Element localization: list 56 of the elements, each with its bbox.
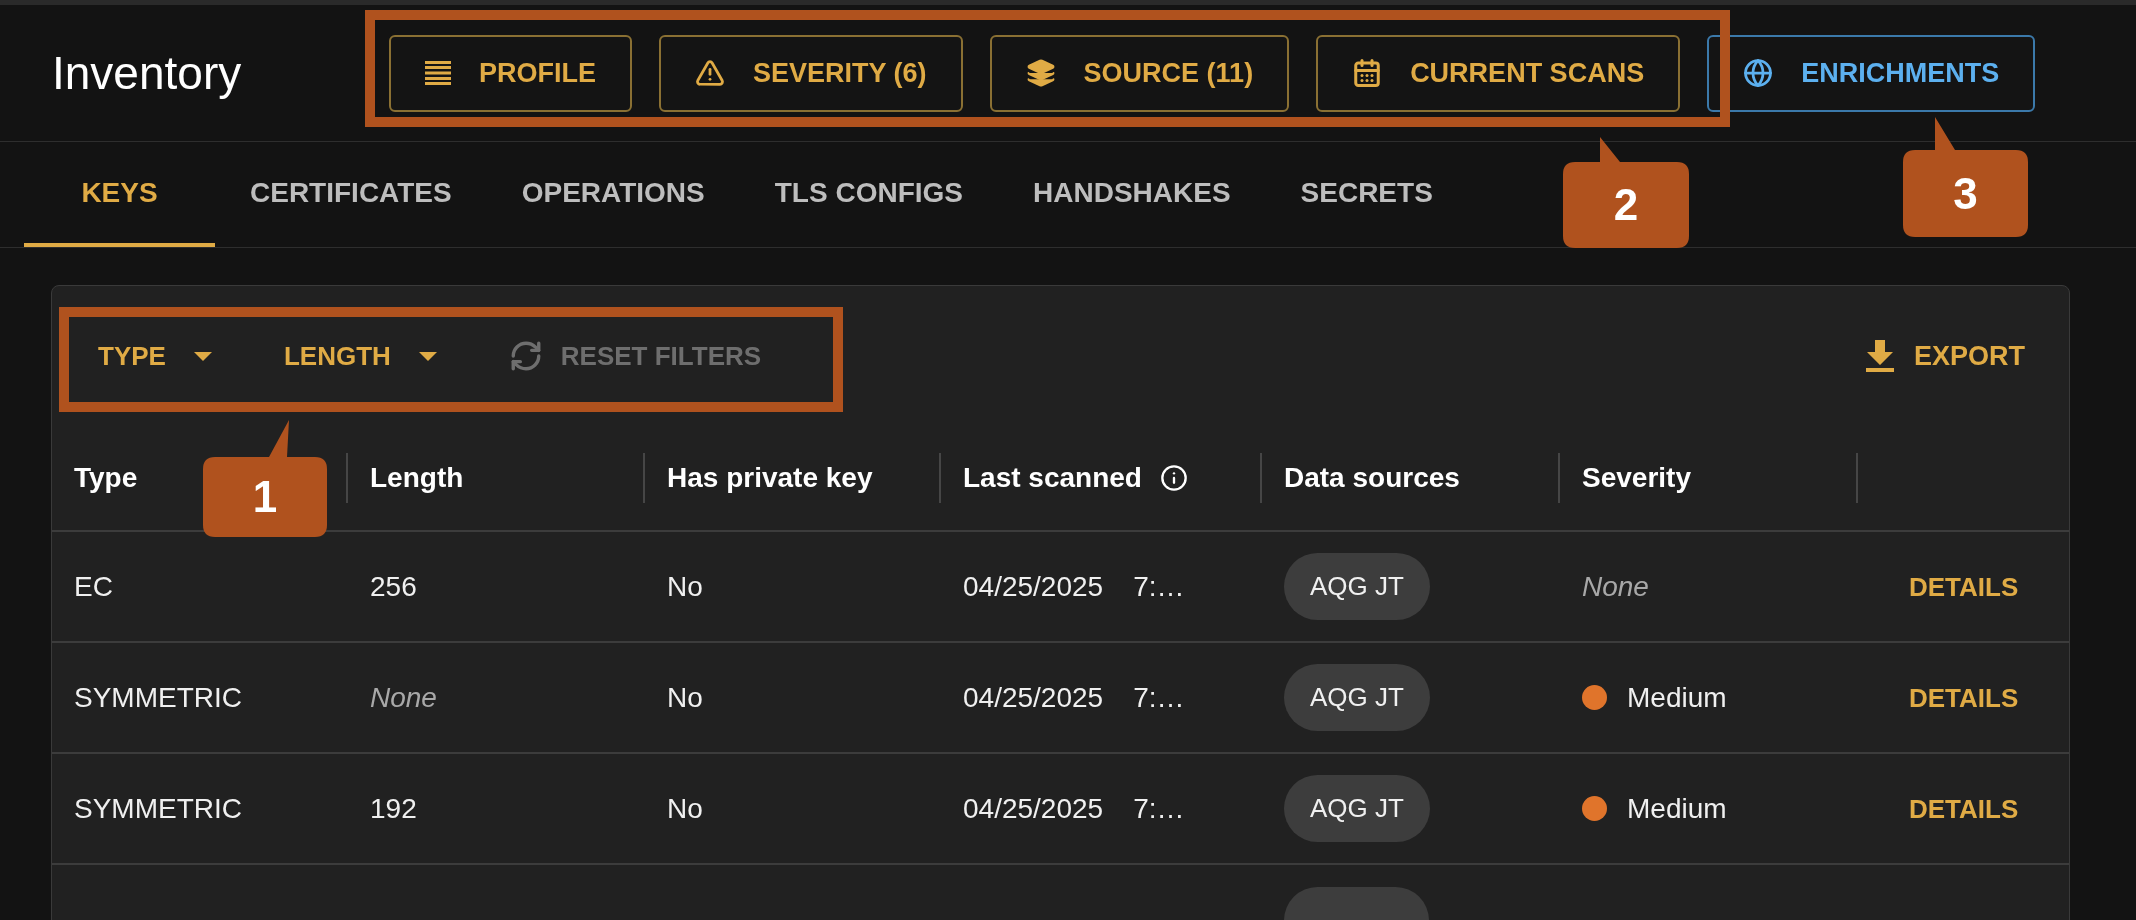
details-link[interactable]: DETAILS (1909, 789, 2019, 829)
globe-icon (1743, 58, 1774, 88)
time-text: 7:… (1133, 680, 1185, 715)
export-button[interactable]: EXPORT (1865, 335, 2025, 377)
toolbar-button[interactable]: SOURCE (11) (989, 34, 1290, 112)
filter-dropdown[interactable]: LENGTH (283, 336, 437, 376)
callout-number: 3 (1953, 171, 1978, 216)
warning-icon (695, 58, 725, 88)
table-cell: None (370, 681, 437, 713)
toolbar-button[interactable]: PROFILE (389, 34, 632, 112)
source-chip: AQG JT (1284, 775, 1430, 842)
lines-icon (425, 61, 451, 85)
table-cell: EC (74, 570, 113, 602)
tab[interactable]: HANDSHAKES (998, 142, 1266, 247)
severity-text: None (1582, 569, 1649, 604)
callout-number: 1 (252, 475, 278, 519)
tab[interactable]: TLS CONFIGS (739, 142, 998, 247)
column-header: Type (74, 461, 138, 495)
column-header: Length (370, 461, 464, 495)
column-header: Severity (1582, 461, 1691, 495)
column-header: Last scanned (963, 461, 1142, 495)
severity-text: Medium (1627, 680, 1727, 715)
layers-icon (1025, 58, 1056, 88)
tab[interactable]: KEYS (24, 142, 215, 247)
toolbar-button[interactable]: SEVERITY (6) (659, 34, 963, 112)
table-cell: 192 (370, 792, 417, 824)
caret-icon (193, 351, 212, 361)
severity-text: Medium (1627, 791, 1727, 826)
download-icon (1865, 340, 1894, 372)
page-title: Inventory (52, 46, 242, 99)
toolbar-button[interactable]: CURRENT SCANS (1316, 34, 1681, 112)
caret-icon (418, 351, 437, 361)
date-text: 04/25/2025 (963, 680, 1104, 715)
table-cell: No (667, 570, 703, 602)
details-link[interactable]: DETAILS (1909, 678, 2019, 718)
column-header: Data sources (1284, 461, 1460, 495)
table-cell: 256 (370, 570, 417, 602)
date-text: 04/25/2025 (963, 569, 1104, 604)
details-link[interactable]: DETAILS (1909, 567, 2019, 607)
table-cell: SYMMETRIC (74, 681, 242, 713)
table-cell: SYMMETRIC (74, 792, 242, 824)
column-header: Has private key (667, 461, 873, 495)
tab[interactable]: OPERATIONS (486, 142, 740, 247)
time-text: 7:… (1133, 569, 1185, 604)
table-cell: No (667, 681, 703, 713)
table-cell: No (667, 792, 703, 824)
source-chip: AQG JT (1284, 553, 1430, 620)
time-text: 7:… (1133, 791, 1185, 826)
tab[interactable]: CERTIFICATES (215, 142, 487, 247)
callout-number: 2 (1613, 183, 1639, 227)
toolbar-button[interactable]: ENRICHMENTS (1707, 34, 2036, 112)
calendar-icon (1352, 58, 1383, 88)
date-text: 04/25/2025 (963, 791, 1104, 826)
source-chip: AQG JT (1284, 664, 1430, 731)
filter-dropdown[interactable]: TYPE (98, 336, 212, 376)
tab[interactable]: SECRETS (1265, 142, 1468, 247)
